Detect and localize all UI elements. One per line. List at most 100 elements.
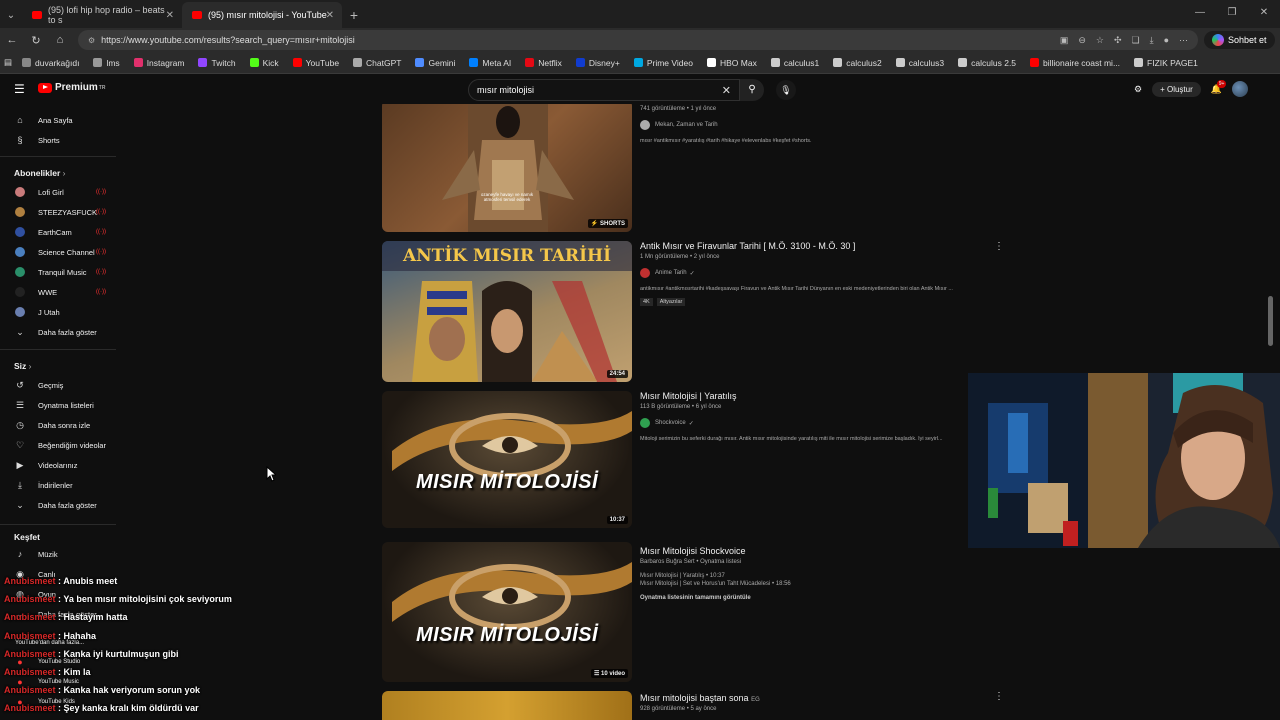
chat-text: Kanka iyi kurtulmuşun gibi: [63, 648, 179, 659]
sidebar-subscription[interactable]: Tranquil Music ((·)): [0, 262, 120, 282]
sidebar-item-you[interactable]: ♡ Beğendiğim videolar: [0, 435, 120, 455]
more-actions-icon[interactable]: ⋮: [994, 241, 1002, 252]
sidebar-show-more[interactable]: ⌄ Daha fazla göster: [0, 322, 120, 342]
back-icon[interactable]: ←: [0, 34, 24, 46]
search-button[interactable]: ⚲: [740, 79, 764, 101]
close-tab-icon[interactable]: ✕: [166, 10, 174, 21]
collections-icon[interactable]: ❏: [1132, 35, 1140, 46]
sidebar-item-home[interactable]: ⌂ Ana Sayfa: [0, 110, 120, 130]
channel-link[interactable]: Mekan, Zaman ve Tarih: [640, 120, 1000, 130]
you-heading[interactable]: Siz ›: [14, 361, 32, 371]
youtube-premium-logo[interactable]: Premium TR: [38, 82, 105, 93]
sidebar-subscription[interactable]: EarthCam ((·)): [0, 222, 120, 242]
reload-icon[interactable]: ↻: [24, 34, 48, 47]
new-tab-button[interactable]: +: [342, 2, 366, 28]
notifications-icon[interactable]: 🔔 9+: [1211, 79, 1227, 95]
bookmark-item[interactable]: Disney+: [575, 58, 620, 68]
clear-search-icon[interactable]: ✕: [722, 84, 731, 97]
bookmark-item[interactable]: Meta AI: [469, 58, 511, 68]
channel-avatar: [15, 187, 25, 197]
tab-lofi[interactable]: (95) lofi hip hop radio – beats to s ✕: [22, 2, 182, 28]
bookmark-item[interactable]: Netflix: [525, 58, 562, 68]
zoom-icon[interactable]: ⊖: [1078, 35, 1086, 46]
bookmark-favicon-icon: [958, 58, 968, 67]
playlist-item[interactable]: Mısır Mitolojisi | Yaratılış • 10:37: [640, 573, 1000, 579]
sidebar-subscription[interactable]: WWE ((·)): [0, 282, 120, 302]
bookmark-item[interactable]: Instagram: [133, 58, 184, 68]
sidebar-subscription[interactable]: Science Channel ((·)): [0, 242, 120, 262]
bookmark-item[interactable]: Kick: [249, 58, 279, 68]
close-tab-icon[interactable]: ✕: [326, 10, 334, 21]
playlist-title[interactable]: Mısır Mitolojisi Shockvoice: [640, 546, 1000, 556]
bookmark-item[interactable]: ChatGPT: [353, 58, 401, 68]
tab-search-icon[interactable]: ⌄: [0, 2, 22, 28]
sidebar-item-you[interactable]: ☰ Oynatma listeleri: [0, 395, 120, 415]
voice-search-icon[interactable]: 🎙: [776, 80, 796, 100]
page-scrollbar[interactable]: [1268, 296, 1273, 346]
sidebar-item-explore[interactable]: ♪ Müzik: [0, 544, 120, 564]
video-title[interactable]: Mısır Mitolojisi | Yaratılış: [640, 391, 1000, 401]
bookmark-item[interactable]: lms: [93, 58, 120, 68]
playlist-item[interactable]: Mısır Mitolojisi | Set ve Horus'un Taht …: [640, 581, 1000, 587]
bookmark-item[interactable]: FIZIK PAGE1: [1134, 58, 1198, 68]
chromecast-icon[interactable]: ⚙: [1134, 84, 1142, 95]
favorite-star-icon[interactable]: ☆: [1096, 35, 1104, 46]
channel-link[interactable]: Anime Tarih ✓: [640, 268, 1000, 278]
video-thumbnail[interactable]: [382, 691, 632, 720]
sidebar-subscription[interactable]: Lofi Girl ((·)): [0, 182, 120, 202]
channel-link[interactable]: Shockvoice ✓: [640, 418, 1000, 428]
url-field[interactable]: ⚙ https://www.youtube.com/results?search…: [78, 30, 1198, 50]
bookmark-item[interactable]: billionaire coast mi...: [1030, 58, 1120, 68]
video-title[interactable]: Mısır mitolojisi baştan sona: [640, 693, 749, 703]
profile-icon[interactable]: ●: [1164, 35, 1169, 46]
youtube-favicon-icon: [32, 11, 42, 19]
bookmarks-menu-icon[interactable]: ▤: [4, 57, 12, 68]
bookmark-item[interactable]: HBO Max: [706, 57, 757, 68]
menu-icon[interactable]: ☰: [14, 82, 25, 96]
bookmark-item[interactable]: calculus1: [770, 58, 819, 68]
bookmark-item[interactable]: YouTube: [292, 58, 339, 68]
sidebar-item-you[interactable]: ↺ Geçmiş: [0, 375, 120, 395]
bookmark-favicon-icon: [633, 58, 643, 67]
playlist-thumbnail[interactable]: MISIR MİTOLOJİSİ ☰ 10 video: [382, 542, 632, 682]
close-window-icon[interactable]: ✕: [1248, 0, 1280, 26]
account-avatar[interactable]: [1232, 81, 1248, 97]
create-button[interactable]: + Oluştur: [1152, 81, 1201, 97]
menu-dots-icon[interactable]: ⋯: [1179, 35, 1188, 46]
extensions-icon[interactable]: ✣: [1114, 35, 1122, 46]
video-thumbnail[interactable]: ozaneyfe havayı ve namık atmosferi temsi…: [382, 104, 632, 232]
sidebar-item-you[interactable]: ◷ Daha sonra izle: [0, 415, 120, 435]
bookmark-item[interactable]: calculus3: [895, 58, 944, 68]
download-icon[interactable]: ⤓: [1150, 35, 1154, 46]
more-actions-icon[interactable]: ⋮: [994, 691, 1002, 702]
maximize-icon[interactable]: ❐: [1216, 0, 1248, 26]
sidebar-item-shorts[interactable]: § Shorts: [0, 130, 120, 150]
bookmark-item[interactable]: Prime Video: [633, 58, 693, 68]
sidebar-item-you[interactable]: ⌄ Daha fazla göster: [0, 495, 120, 515]
bookmark-item[interactable]: duvarkağıdı: [22, 58, 79, 68]
bookmark-item[interactable]: Twitch: [198, 58, 236, 68]
minimize-icon[interactable]: —: [1184, 0, 1216, 26]
view-full-playlist-link[interactable]: Oynatma listesinin tamamını görüntüle: [640, 595, 1000, 601]
video-duration: 24:54: [606, 370, 628, 378]
bookmark-item[interactable]: calculus 2.5: [958, 58, 1016, 68]
sidebar-subscription[interactable]: STEEZYASFUCK ((·)): [0, 202, 120, 222]
video-title[interactable]: Antik Mısır ve Firavunlar Tarihi [ M.Ö. …: [640, 241, 1000, 251]
video-thumbnail[interactable]: MISIR MİTOLOJİSİ 10:37: [382, 391, 632, 528]
title-badge: EG: [751, 697, 760, 703]
video-thumbnail[interactable]: ANTİK MISIR TARİHİ 24:54: [382, 241, 632, 382]
bookmark-item[interactable]: calculus2: [833, 58, 882, 68]
install-app-icon[interactable]: ▣: [1060, 35, 1069, 46]
sidebar-item-you[interactable]: ⤓ İndirilenler: [0, 475, 120, 495]
site-info-icon[interactable]: ⚙: [88, 36, 95, 45]
bookmark-item[interactable]: Gemini: [415, 58, 455, 68]
home-icon[interactable]: ⌂: [48, 34, 72, 46]
copilot-chat-button[interactable]: Sohbet et: [1204, 31, 1275, 49]
search-input[interactable]: mısır mitolojisi ✕: [468, 79, 740, 101]
sidebar-item-you[interactable]: ▶ Videolarınız: [0, 455, 120, 475]
sidebar-item-label: WWE: [38, 287, 58, 297]
bookmark-label: HBO Max: [719, 57, 757, 68]
sidebar-subscription[interactable]: J Utah: [0, 302, 120, 322]
tab-youtube-search[interactable]: (95) mısır mitolojisi - YouTube ✕: [182, 2, 342, 28]
subscriptions-heading[interactable]: Abonelikler ›: [14, 168, 66, 178]
